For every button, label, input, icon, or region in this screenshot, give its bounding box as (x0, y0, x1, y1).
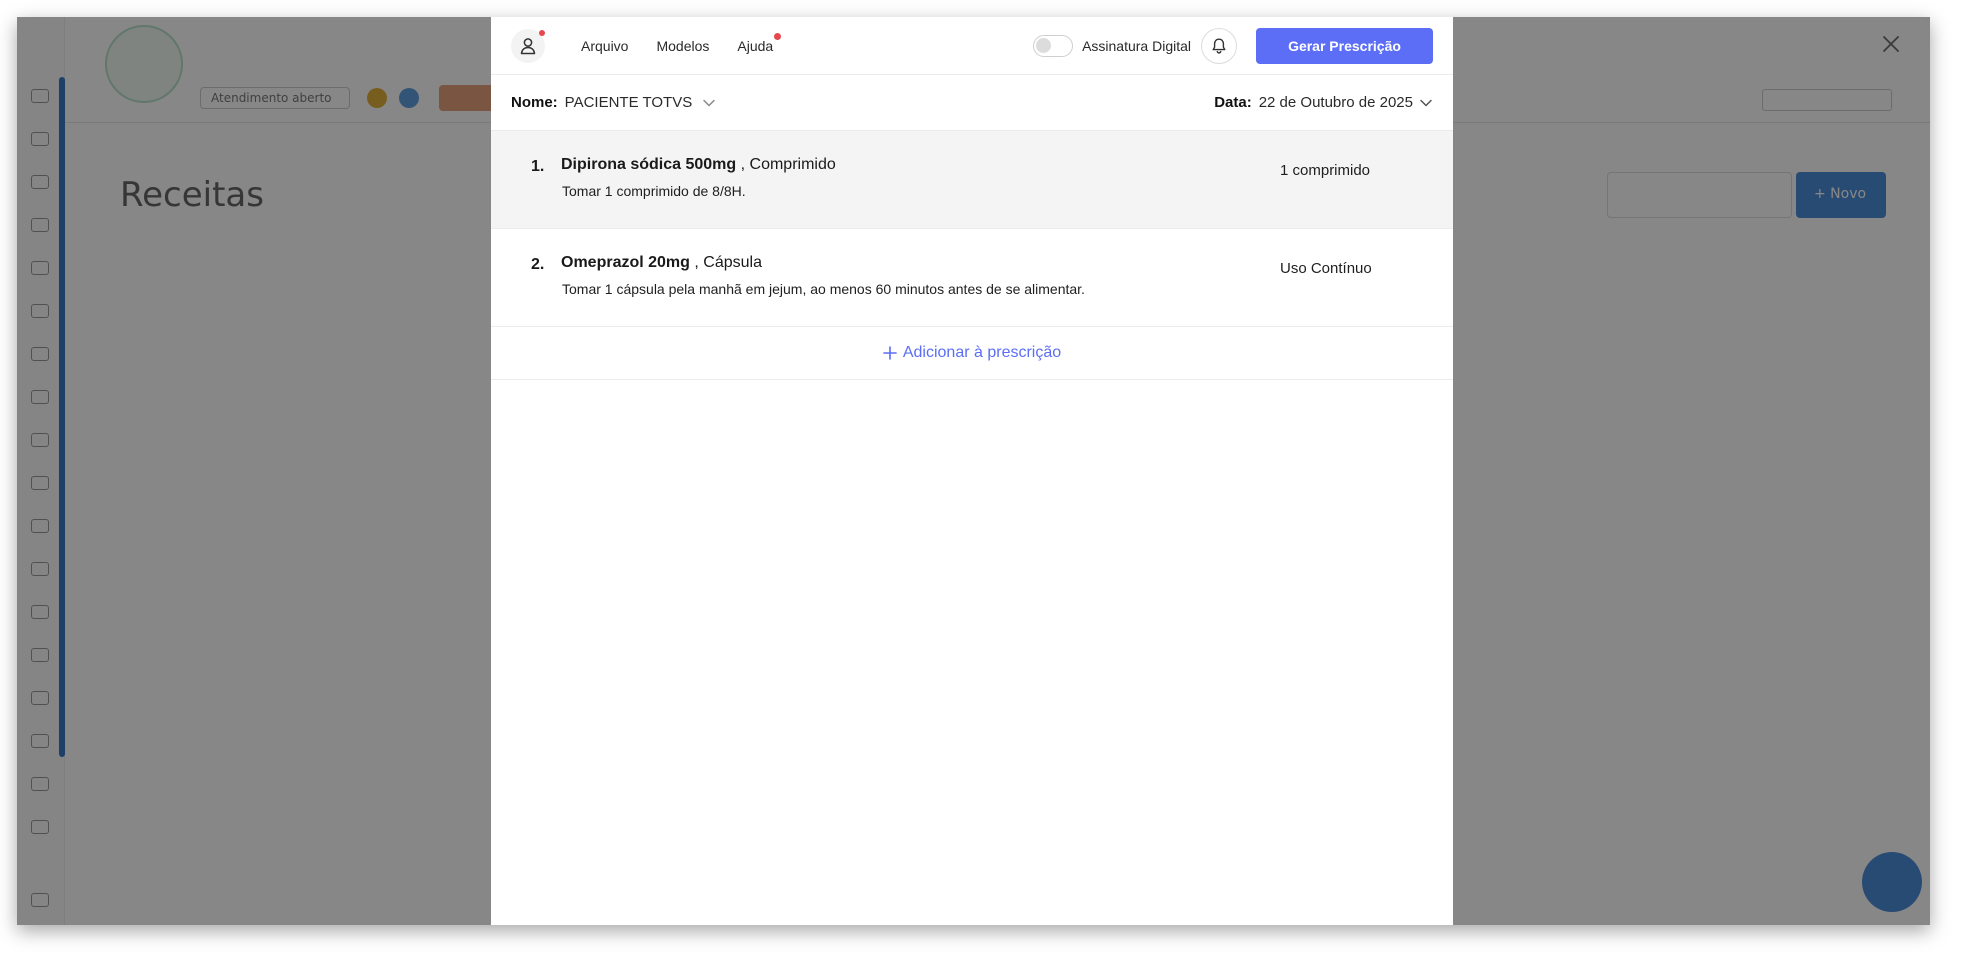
app-window: Atendimento aberto Receitas + Novo Arqui… (17, 17, 1930, 925)
add-prescription-button[interactable]: Adicionar à prescrição (491, 327, 1453, 380)
user-button[interactable] (511, 28, 545, 63)
modal-toolbar: Arquivo Modelos Ajuda Assinatura Digital (491, 17, 1453, 75)
prescription-instructions: Tomar 1 cápsula pela manhã em jejum, ao … (562, 281, 1085, 297)
prescription-item[interactable]: 2. Omeprazol 20mg , Cápsula Tomar 1 cáps… (491, 229, 1453, 327)
add-prescription-label: Adicionar à prescrição (902, 344, 1062, 361)
prescription-quantity: Uso Contínuo (1280, 260, 1372, 277)
notifications-button[interactable] (1201, 27, 1237, 64)
patient-name-value: PACIENTE TOTVS (564, 94, 693, 111)
prescription-number: 2. (531, 256, 545, 273)
prescription-modal: Arquivo Modelos Ajuda Assinatura Digital (491, 17, 1453, 925)
patient-select-toggle[interactable] (702, 98, 716, 108)
menu-item-modelos[interactable]: Modelos (656, 34, 709, 58)
chevron-down-icon (1420, 99, 1432, 106)
chevron-down-icon (703, 99, 715, 106)
close-button[interactable] (1875, 28, 1907, 60)
prescription-instructions: Tomar 1 comprimido de 8/8H. (562, 183, 746, 199)
help-notification-dot (774, 32, 782, 40)
drug-name: Omeprazol 20mg (561, 254, 690, 271)
prescription-number: 1. (531, 158, 545, 175)
drug-form: , Cápsula (694, 254, 762, 271)
menu-item-ajuda[interactable]: Ajuda (737, 32, 782, 58)
user-icon (520, 37, 536, 54)
date-label: Data: (1214, 94, 1252, 111)
prescription-item[interactable]: 1. Dipirona sódica 500mg , Comprimido To… (491, 131, 1453, 229)
menu-item-arquivo[interactable]: Arquivo (581, 34, 628, 58)
drug-name: Dipirona sódica 500mg (561, 156, 737, 173)
generate-prescription-button[interactable]: Gerar Prescrição (1256, 27, 1433, 64)
date-selector[interactable]: Data: 22 de Outubro de 2025 (1214, 94, 1433, 111)
digital-signature-label: Assinatura Digital (1082, 37, 1191, 54)
prescription-drug: Dipirona sódica 500mg , Comprimido (561, 156, 836, 174)
user-notification-dot (539, 29, 545, 36)
plus-icon (883, 346, 897, 360)
menu-item-label: Ajuda (737, 37, 774, 54)
toolbar-actions: Assinatura Digital Gerar Prescrição (1033, 27, 1433, 64)
bell-icon (1212, 38, 1226, 54)
digital-signature-toggle[interactable] (1033, 34, 1074, 57)
close-icon (1883, 36, 1899, 52)
menu-item-label: Modelos (656, 37, 710, 54)
date-value: 22 de Outubro de 2025 (1258, 94, 1413, 111)
drug-form: , Comprimido (740, 156, 836, 173)
toggle-knob (1036, 37, 1052, 53)
date-select-toggle[interactable] (1419, 98, 1433, 108)
patient-name-label: Nome: (511, 94, 558, 111)
menu-item-label: Arquivo (581, 37, 629, 54)
prescription-quantity: 1 comprimido (1280, 162, 1371, 179)
prescription-drug: Omeprazol 20mg , Cápsula (561, 254, 762, 272)
prescription-info-bar: Nome: PACIENTE TOTVS Data: 22 de Outubro… (491, 75, 1453, 131)
modal-menu: Arquivo Modelos Ajuda (581, 32, 801, 58)
